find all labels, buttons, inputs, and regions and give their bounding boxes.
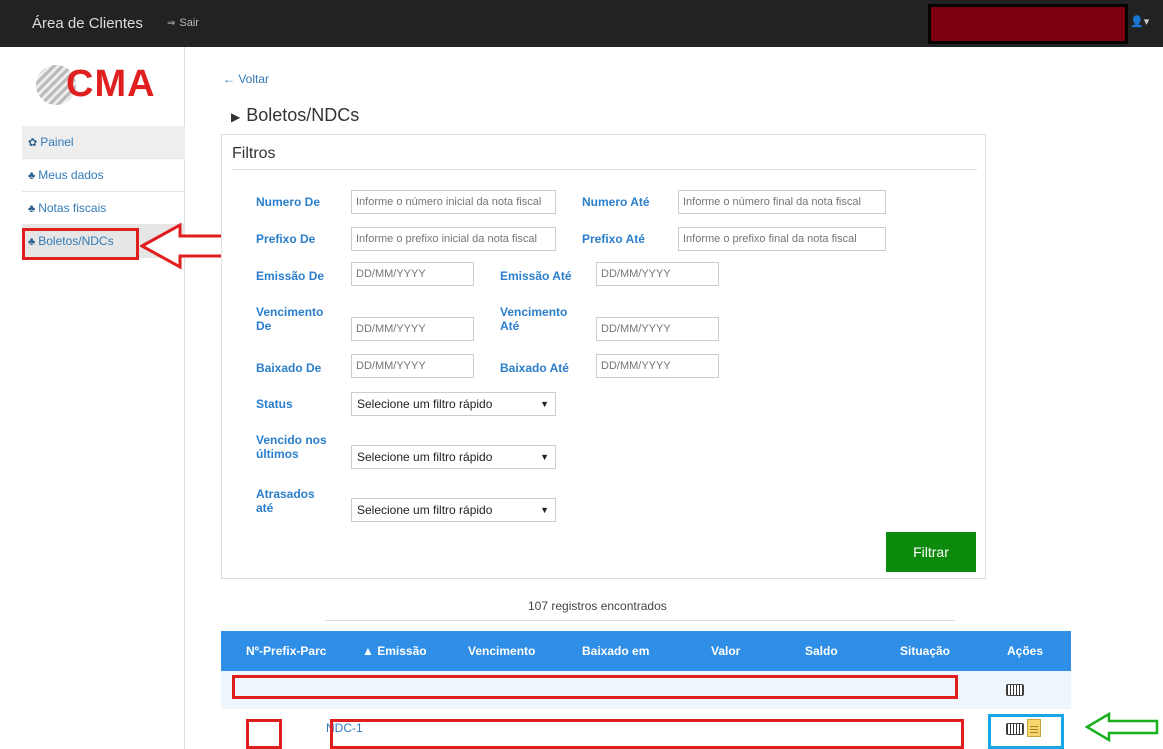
vencimento-ate-label-line-1: Vencimento (500, 305, 568, 319)
sidebar-item-notas-fiscais[interactable]: ♣ Notas fiscais (22, 192, 185, 225)
emissao-ate-input[interactable] (596, 262, 719, 286)
chevron-down-icon: ▼ (540, 399, 549, 409)
sitemap-icon: ♣ (28, 170, 36, 182)
sidebar-item-meus-dados[interactable]: ♣ Meus dados (22, 159, 185, 192)
status-select-value: Selecione um filtro rápido (357, 397, 493, 411)
prefixo-ate-input[interactable] (678, 227, 886, 251)
redacted-username (928, 4, 1128, 44)
barcode-icon[interactable] (1006, 723, 1024, 735)
status-select[interactable]: Selecione um filtro rápido ▼ (351, 392, 556, 416)
numero-de-input[interactable] (351, 190, 556, 214)
atrasados-select-value: Selecione um filtro rápido (357, 503, 493, 517)
table-row: NDC-1 (221, 709, 1071, 749)
column-header-situacao[interactable]: Situação (900, 644, 950, 658)
vencido-select-value: Selecione um filtro rápido (357, 450, 493, 464)
sitemap-icon: ♣ (28, 203, 36, 215)
records-count: 107 registros encontrados (528, 599, 667, 613)
vencimento-ate-label-line-2: Até (500, 319, 520, 333)
atrasados-label-line-1: Atrasados (256, 487, 315, 501)
barcode-icon[interactable] (1006, 684, 1024, 696)
baixado-de-input[interactable] (351, 354, 474, 378)
chevron-down-icon: ▼ (540, 452, 549, 462)
column-header-valor[interactable]: Valor (711, 644, 740, 658)
caret-right-icon: ▶ (231, 110, 241, 124)
filter-button[interactable]: Filtrar (886, 532, 976, 572)
sidebar-item-label: Painel (40, 135, 74, 149)
logo-text: CMA (66, 63, 156, 105)
emissao-ate-label: Emissão Até (500, 269, 572, 283)
logout-link[interactable]: ⇒ Sair (167, 17, 199, 29)
vencido-select[interactable]: Selecione um filtro rápido ▼ (351, 445, 556, 469)
column-header-saldo[interactable]: Saldo (805, 644, 838, 658)
vencimento-de-input[interactable] (351, 317, 474, 341)
numero-ate-label: Numero Até (582, 195, 650, 209)
annotation-redaction-box (330, 719, 964, 749)
page-title: ▶ Boletos/NDCs (231, 105, 359, 126)
back-link[interactable]: ← Voltar (223, 72, 269, 86)
prefixo-de-label: Prefixo De (256, 232, 316, 246)
column-header-emissao[interactable]: ▲ Emissão (362, 644, 427, 658)
cma-logo[interactable]: CMA (36, 61, 166, 109)
vencimento-de-label: Vencimento De (256, 305, 323, 333)
baixado-ate-input[interactable] (596, 354, 719, 378)
baixado-ate-label: Baixado Até (500, 361, 569, 375)
vencimento-ate-label: Vencimento Até (500, 305, 567, 333)
main-content: ← Voltar ▶ Boletos/NDCs Filtros Numero De… (185, 47, 1163, 749)
numero-de-label: Numero De (256, 195, 321, 209)
vencido-label: Vencido nos últimos (256, 433, 327, 461)
atrasados-select[interactable]: Selecione um filtro rápido ▼ (351, 498, 556, 522)
vencido-label-line-2: últimos (256, 447, 299, 461)
user-menu[interactable]: 👤▾ (1130, 15, 1149, 28)
status-label: Status (256, 397, 293, 411)
column-header-acoes: Ações (1007, 644, 1044, 658)
vencido-label-line-1: Vencido nos (256, 433, 327, 447)
vencimento-ate-input[interactable] (596, 317, 719, 341)
arrow-left-icon: ← (223, 72, 239, 86)
sidebar-item-label: Notas fiscais (38, 201, 107, 215)
prefixo-ate-label: Prefixo Até (582, 232, 645, 246)
annotation-highlight-box (22, 228, 139, 260)
annotation-redaction-box (232, 675, 958, 699)
annotation-highlight-box (988, 714, 1064, 749)
user-icon: 👤 (1130, 16, 1144, 28)
chevron-down-icon: ▼ (540, 505, 549, 515)
dashboard-icon: ✿ (28, 137, 38, 149)
app-title[interactable]: Área de Clientes (32, 15, 143, 32)
vencimento-de-label-line-1: Vencimento (256, 305, 324, 319)
document-icon[interactable] (1027, 719, 1041, 737)
atrasados-label: Atrasados até (256, 487, 315, 515)
column-header-numero[interactable]: Nº-Prefix-Parc (246, 644, 326, 658)
baixado-de-label: Baixado De (256, 361, 322, 375)
sidebar: CMA ✿ Painel ♣ Meus dados ♣ Notas fiscais ♣… (22, 47, 185, 749)
vencimento-de-label-line-2: De (256, 319, 272, 333)
column-header-vencimento[interactable]: Vencimento (468, 644, 535, 658)
filters-panel: Filtros Numero De Numero Até Prefixo De … (221, 134, 986, 579)
filters-title: Filtros (232, 145, 276, 162)
user-caret-icon: ▾ (1143, 16, 1150, 28)
prefixo-de-input[interactable] (351, 227, 556, 251)
numero-ate-input[interactable] (678, 190, 886, 214)
annotation-arrow-left-icon (1085, 712, 1159, 742)
back-label: Voltar (238, 72, 270, 86)
column-header-baixado[interactable]: Baixado em (582, 644, 649, 658)
logout-label: Sair (179, 17, 199, 29)
atrasados-label-line-2: até (256, 501, 274, 515)
page-title-text: Boletos/NDCs (246, 105, 360, 125)
table-row (221, 671, 1071, 709)
emissao-de-input[interactable] (351, 262, 474, 286)
top-navbar: Área de Clientes ⇒ Sair 👤▾ (0, 0, 1163, 47)
table-header: Nº-Prefix-Parc ▲ Emissão Vencimento Baix… (221, 631, 1071, 671)
divider (325, 620, 955, 621)
annotation-redaction-box (246, 719, 282, 749)
emissao-de-label: Emissão De (256, 269, 325, 283)
divider (232, 169, 977, 170)
sidebar-item-painel[interactable]: ✿ Painel (22, 126, 185, 159)
sidebar-item-label: Meus dados (38, 168, 104, 182)
logout-icon: ⇒ (167, 18, 176, 29)
